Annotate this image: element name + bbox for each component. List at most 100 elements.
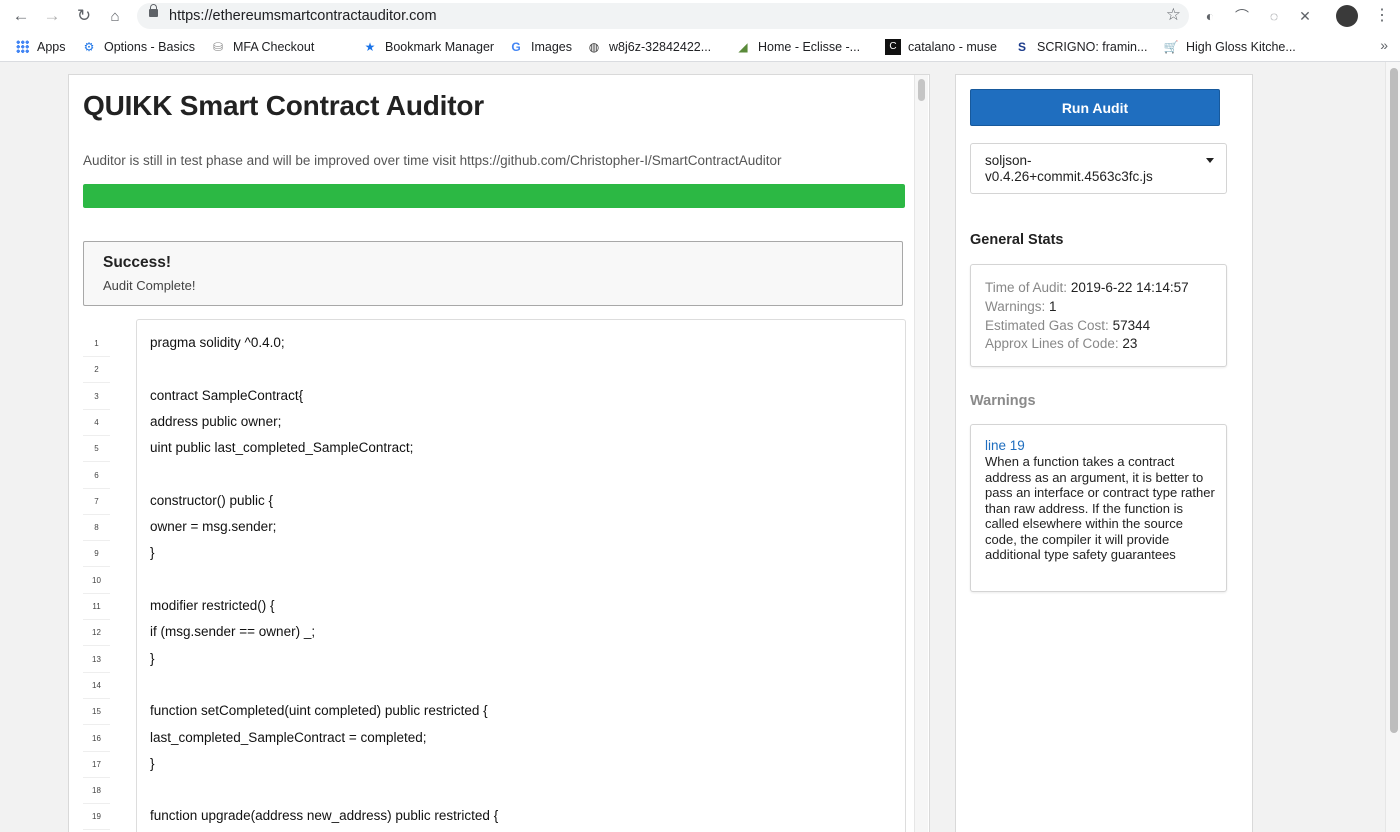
stat-warnings: Warnings: 1	[985, 299, 1057, 314]
code-line: }	[150, 755, 155, 771]
line-number: 3	[83, 384, 110, 410]
alert-message: Audit Complete!	[103, 278, 196, 293]
bookmark-label: catalano - muse	[908, 39, 997, 54]
line-number: 1	[83, 331, 110, 357]
bookmark-high-gloss[interactable]: 🛒 High Gloss Kitche...	[1163, 32, 1296, 61]
page-scrollbar-thumb[interactable]	[1390, 68, 1398, 733]
bookmark-manager[interactable]: ★ Bookmark Manager	[362, 32, 494, 61]
line-number: 16	[83, 726, 110, 752]
reload-icon[interactable]: ↻	[73, 5, 95, 27]
stat-time-of-audit: Time of Audit: 2019-6-22 14:14:57	[985, 280, 1189, 295]
bookmark-options-basics[interactable]: ⚙ Options - Basics	[81, 32, 195, 61]
bookmark-apps[interactable]: Apps	[14, 32, 66, 61]
line-number: 9	[83, 541, 110, 568]
code-line: modifier restricted() {	[150, 598, 275, 613]
bookmark-label: w8j6z-32842422...	[609, 39, 712, 54]
bookmark-mfa-checkout[interactable]: ⛁ MFA Checkout	[210, 32, 314, 61]
forward-icon[interactable]: →	[41, 5, 63, 27]
line-number: 6	[83, 463, 110, 489]
line-number: 8	[83, 515, 110, 542]
code-line: pragma solidity ^0.4.0;	[150, 335, 285, 350]
address-bar[interactable]: https://ethereumsmartcontractauditor.com…	[137, 3, 1189, 29]
code-line: contract SampleContract{	[150, 387, 304, 403]
run-audit-button[interactable]: Run Audit	[970, 89, 1220, 126]
alert-title: Success!	[103, 254, 172, 271]
general-stats-heading: General Stats	[970, 232, 1064, 248]
bookmark-scrigno[interactable]: S SCRIGNO: framin...	[1014, 32, 1147, 61]
progress-fill	[83, 184, 905, 208]
line-number: 5	[83, 436, 110, 463]
gear-icon: ⚙	[83, 39, 95, 54]
code-editor[interactable]: 1 2 3 4 5 6 7 8 9 10 11 12 13 14 15 16 17 18 19 pragma sol…	[83, 319, 906, 832]
code-line: if (msg.sender == owner) _;	[150, 624, 316, 640]
code-line: }	[150, 545, 155, 561]
stat-lines-of-code: Approx Lines of Code: 23	[985, 336, 1138, 351]
google-icon: G	[511, 39, 521, 54]
home-icon[interactable]: ⌂	[104, 5, 126, 27]
warning-text: When a function takes a contract address…	[985, 454, 1215, 562]
bookmark-label: Images	[531, 39, 572, 54]
extension-icon[interactable]: ✕	[1296, 7, 1314, 25]
stat-gas-cost: Estimated Gas Cost: 57344	[985, 318, 1151, 333]
bookmarks-overflow-icon[interactable]: »	[1380, 37, 1388, 53]
bookmark-label: SCRIGNO: framin...	[1037, 39, 1148, 54]
cart-icon: 🛒	[1163, 39, 1179, 54]
line-number: 10	[83, 568, 110, 594]
lock-icon	[149, 4, 158, 17]
page-content: QUIKK Smart Contract Auditor Auditor is …	[0, 62, 1400, 832]
catalano-icon: C	[885, 38, 901, 55]
line-number: 19	[83, 804, 110, 831]
scrigno-icon: S	[1017, 39, 1026, 54]
warnings-heading: Warnings	[970, 393, 1036, 409]
extension-icon[interactable]: ⌒	[1233, 7, 1251, 25]
extension-icon[interactable]: ◌	[1265, 7, 1283, 25]
line-number: 7	[83, 489, 110, 515]
bookmark-label: MFA Checkout	[233, 39, 315, 54]
audit-sidebar: Run Audit soljson-v0.4.26+commit.4563c3f…	[955, 74, 1253, 832]
code-line: }	[150, 650, 155, 666]
success-alert: Success! Audit Complete!	[83, 241, 903, 306]
page-subtitle: Auditor is still in test phase and will …	[83, 153, 782, 168]
code-line: owner = msg.sender;	[150, 519, 277, 535]
code-line: function upgrade(address new_address) pu…	[150, 808, 499, 824]
url-text[interactable]: https://ethereumsmartcontractauditor.com	[169, 8, 437, 24]
code-area[interactable]: pragma solidity ^0.4.0; contract SampleCo…	[136, 319, 906, 832]
dropdown-caret-icon	[1206, 158, 1214, 163]
editor-scrollbar[interactable]	[914, 75, 928, 832]
menu-icon[interactable]: ⋮	[1374, 5, 1390, 25]
line-number: 14	[83, 673, 110, 699]
shopify-icon: ⛁	[212, 39, 224, 54]
line-number: 18	[83, 778, 110, 805]
compiler-select[interactable]: soljson-v0.4.26+commit.4563c3fc.js	[970, 143, 1227, 194]
code-line: function setCompleted(uint completed) pu…	[150, 703, 488, 719]
bookmark-w8j6z[interactable]: ◍ w8j6z-32842422...	[586, 32, 711, 61]
profile-avatar[interactable]	[1336, 5, 1358, 27]
scrollbar-thumb[interactable]	[918, 79, 925, 101]
line-number: 13	[83, 647, 110, 673]
bookmark-images[interactable]: G Images	[508, 32, 572, 61]
progress-bar	[83, 184, 905, 208]
page-title: QUIKK Smart Contract Auditor	[83, 90, 484, 121]
code-line: constructor() public {	[150, 492, 274, 508]
back-icon[interactable]: ←	[10, 5, 32, 27]
apps-grid-icon	[14, 39, 30, 55]
line-number: 4	[83, 410, 110, 436]
line-number: 17	[83, 752, 110, 778]
bookmark-star-icon[interactable]: ☆	[1166, 5, 1181, 25]
warning-line-link[interactable]: line 19	[985, 438, 1025, 453]
globe-icon: ◍	[588, 39, 600, 54]
star-icon: ★	[364, 39, 376, 54]
bookmark-home-eclisse[interactable]: ◢ Home - Eclisse -...	[735, 32, 860, 61]
bookmark-catalano[interactable]: Ccatalano - muse	[885, 32, 997, 61]
page-scrollbar[interactable]	[1385, 62, 1400, 832]
line-number: 11	[83, 594, 110, 620]
extension-icon[interactable]: ◐	[1201, 7, 1219, 25]
browser-toolbar: ← → ↻ ⌂ https://ethereumsmartcontractaud…	[0, 0, 1400, 32]
code-line: last_completed_SampleContract = complete…	[150, 729, 427, 745]
line-number: 2	[83, 357, 110, 384]
bookmarks-bar: Apps ⚙ Options - Basics ⛁ MFA Checkout ★ Bo…	[0, 32, 1400, 62]
code-line: address public owner;	[150, 413, 282, 429]
bookmark-label: Options - Basics	[104, 39, 196, 54]
line-number: 12	[83, 620, 110, 647]
line-number: 15	[83, 699, 110, 726]
